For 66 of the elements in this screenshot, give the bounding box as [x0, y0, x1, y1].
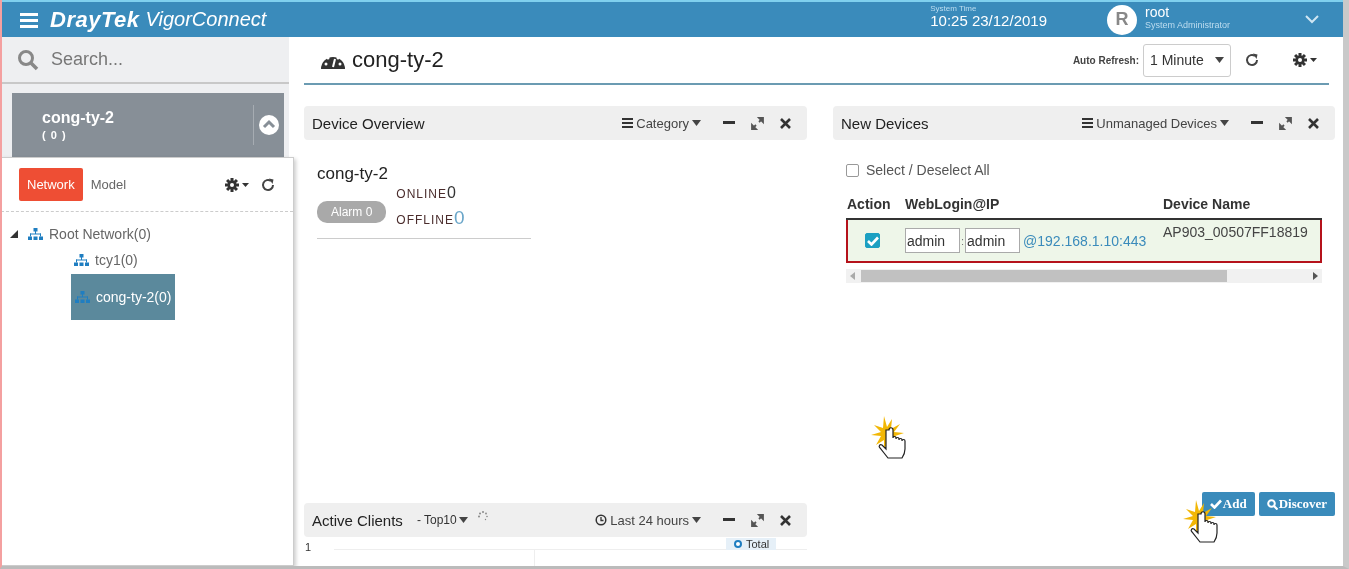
tree-item[interactable]: Root Network(0) [25, 222, 154, 246]
tree-item[interactable]: cong-ty-2(0) [71, 274, 176, 320]
panel-title: Device Overview [312, 114, 425, 132]
panel-menu[interactable]: Last 24 hours [595, 512, 701, 528]
list-icon [1082, 118, 1094, 128]
caret-icon [1220, 120, 1229, 126]
panel-title: New Devices [841, 114, 929, 132]
scroll-right-icon [1313, 272, 1318, 280]
scroll-left-icon [850, 272, 855, 280]
product-name: VigorConnect [145, 8, 267, 31]
checkbox[interactable] [865, 233, 880, 248]
panel-menu[interactable]: Category [622, 115, 701, 131]
checkbox[interactable] [846, 163, 859, 177]
auto-refresh-dropdown[interactable]: 1 Minute [1143, 43, 1231, 77]
group-count: ( 0 ) [42, 129, 68, 141]
legend-label: Total [746, 538, 770, 550]
network-icon [28, 228, 43, 240]
menu-icon[interactable] [20, 11, 38, 28]
tab[interactable]: Model [82, 168, 135, 201]
tree-item[interactable]: tcy1(0) [71, 248, 141, 272]
discover-button[interactable]: Discover [1258, 492, 1335, 516]
device-address-link[interactable]: @192.168.1.10:443 [1023, 232, 1147, 249]
clock-icon [595, 514, 608, 526]
collapse-icon[interactable] [9, 229, 19, 239]
username-field[interactable]: admin [905, 228, 960, 253]
network-icon [74, 254, 89, 266]
group-card[interactable]: cong-ty-2 ( 0 ) [12, 93, 284, 157]
legend-marker-icon [734, 540, 742, 548]
top-filter-dropdown[interactable]: - Top10 [410, 512, 474, 528]
network-icon [75, 291, 90, 303]
status-count: 0 [454, 207, 465, 229]
password-field[interactable]: admin [965, 228, 1021, 253]
user-avatar: R [1107, 4, 1137, 35]
status-label: ONLINE [396, 187, 448, 201]
panel-menu[interactable]: Unmanaged Devices [1082, 115, 1229, 131]
auto-refresh-label: Auto Refresh: [1072, 54, 1139, 66]
loading-icon [477, 511, 488, 521]
group-name: cong-ty-2 [317, 164, 389, 184]
user-name: root [1145, 5, 1171, 20]
search-icon [1266, 498, 1278, 510]
status-label: OFFLINE [396, 213, 454, 227]
status-count: 0 [447, 184, 456, 202]
system-time-label: System Time [930, 4, 978, 13]
caret-icon [1215, 57, 1224, 63]
add-button[interactable]: Add [1201, 492, 1255, 516]
group-name: cong-ty-2 [42, 109, 115, 127]
brand-logo: DrayTek [50, 6, 140, 33]
panel-title: Active Clients [312, 511, 403, 529]
checkbox-label: Select / Deselect All [866, 162, 990, 178]
table-cell: AP903_00507FF18819 [1163, 219, 1321, 262]
system-time: 10:25 23/12/2019 [930, 13, 1047, 29]
list-icon [622, 118, 634, 128]
caret-icon [458, 517, 468, 523]
tab[interactable]: Network [19, 168, 83, 201]
alarm-badge: Alarm 0 [317, 201, 387, 223]
check-icon [1209, 499, 1222, 509]
chevron-down-icon[interactable] [1305, 15, 1319, 24]
search-field[interactable]: Search... [49, 48, 269, 71]
separator-colon: : [961, 234, 965, 247]
search-icon [17, 48, 39, 71]
caret-icon [692, 120, 701, 126]
user-role: System Administrator [1145, 20, 1232, 30]
horizontal-scrollbar[interactable] [846, 269, 1322, 283]
caret-icon [692, 517, 701, 523]
axis-tick: 1 [305, 541, 312, 553]
page-title: cong-ty-2 [352, 47, 444, 73]
